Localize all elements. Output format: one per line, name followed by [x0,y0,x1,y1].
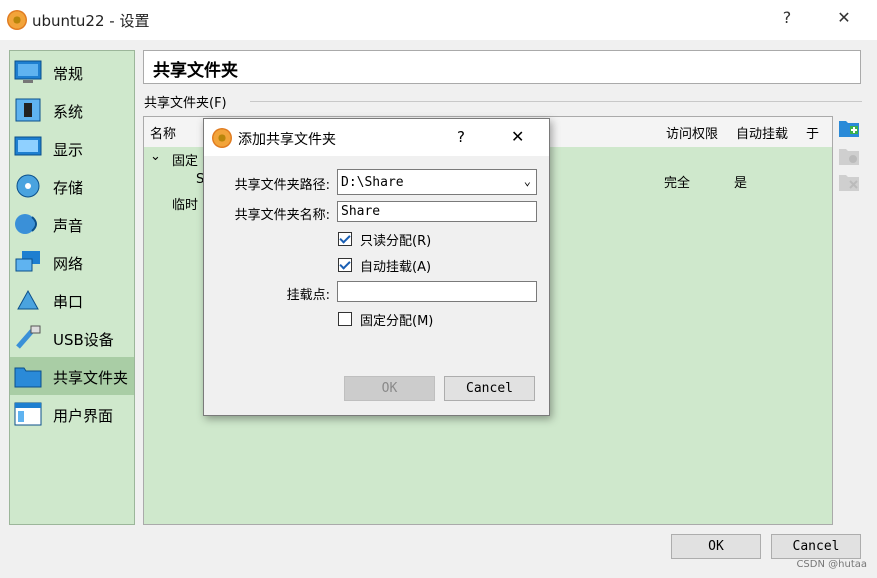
sidebar-item-label: 串口 [53,293,84,311]
group-fixed-label[interactable]: 固定 [172,150,198,169]
virtualbox-logo-icon [7,10,27,30]
automount-checkbox[interactable] [338,258,352,272]
group-temp-label[interactable]: 临时 [172,194,198,213]
sidebar-item-label: 用户界面 [53,407,114,425]
remove-shared-folder-icon[interactable] [838,172,860,192]
add-shared-folder-dialog: 添加共享文件夹 ? ✕ 共享文件夹路径: D:\Share ⌄ 共享文件夹名称:… [203,118,550,416]
sidebar-item-label: 常规 [53,65,84,83]
sidebar-item-system[interactable]: 系统 [10,91,134,129]
audio-icon [15,214,37,234]
permanent-label[interactable]: 固定分配(M) [360,310,433,329]
dialog-close-button[interactable]: ✕ [511,127,524,146]
sidebar-item-general[interactable]: 常规 [10,53,134,91]
display-icon [14,136,42,156]
window-titlebar: ubuntu22 - 设置 ? ✕ [0,0,877,40]
sidebar-item-label: 显示 [53,141,84,159]
watermark: CSDN @hutaa [796,559,867,570]
chevron-down-icon[interactable]: ⌄ [524,174,531,188]
chevron-down-icon[interactable]: ⌄ [150,149,161,164]
path-combobox[interactable]: D:\Share ⌄ [337,169,537,195]
path-label: 共享文件夹路径: [234,178,330,193]
virtualbox-logo-icon [212,128,232,148]
sidebar-item-label: 存储 [53,179,84,197]
column-header-at[interactable]: 于 [800,117,832,147]
sidebar-item-serial[interactable]: 串口 [10,281,134,319]
settings-sidebar: 常规 系统 显示 存储 声音 网络 串口 USB设备 共享文件夹 用户界面 [9,50,135,525]
name-input[interactable]: Share [337,201,537,222]
path-value: D:\Share [341,175,404,190]
ok-button[interactable]: OK [671,534,761,559]
system-icon [15,98,41,122]
sidebar-item-usb[interactable]: USB设备 [10,319,134,357]
column-header-automount[interactable]: 自动挂载 [730,117,801,147]
permanent-checkbox[interactable] [338,312,352,326]
sidebar-item-label: USB设备 [53,331,114,349]
group-divider [250,101,862,102]
close-window-button[interactable]: ✕ [829,8,859,27]
sidebar-item-audio[interactable]: 声音 [10,205,134,243]
sidebar-item-label: 网络 [53,255,84,273]
sidebar-item-display[interactable]: 显示 [10,129,134,167]
dialog-ok-button[interactable]: OK [344,376,435,401]
usb-icon [16,325,41,349]
edit-shared-folder-icon[interactable] [838,146,860,166]
sidebar-item-label: 声音 [53,217,84,235]
column-header-access[interactable]: 访问权限 [660,117,731,147]
mountpoint-input[interactable] [337,281,537,302]
dialog-help-button[interactable]: ? [457,128,465,146]
shared-folder-icon [14,367,42,388]
dialog-title: 添加共享文件夹 [238,132,336,148]
sidebar-item-shared-folders[interactable]: 共享文件夹 [10,357,134,395]
cancel-button[interactable]: Cancel [771,534,861,559]
page-title-box: 共享文件夹 [143,50,861,84]
network-icon [15,251,40,272]
automount-label[interactable]: 自动挂载(A) [360,256,431,275]
sidebar-item-user-interface[interactable]: 用户界面 [10,395,134,433]
window-title: ubuntu22 - 设置 [32,12,150,30]
serial-port-icon [17,289,39,310]
dialog-cancel-button[interactable]: Cancel [444,376,535,401]
group-label: 共享文件夹(F) [144,96,227,111]
name-label: 共享文件夹名称: [234,208,330,223]
sidebar-item-network[interactable]: 网络 [10,243,134,281]
help-button[interactable]: ? [772,8,802,27]
general-icon [14,60,42,83]
storage-icon [16,174,40,198]
sidebar-item-storage[interactable]: 存储 [10,167,134,205]
user-interface-icon [14,402,42,426]
dialog-titlebar: 添加共享文件夹 ? ✕ [204,119,549,156]
mountpoint-label: 挂载点: [286,288,330,303]
page-title: 共享文件夹 [153,61,238,81]
sidebar-item-label: 系统 [53,103,84,121]
add-shared-folder-icon[interactable] [838,118,860,138]
row-automount: 是 [734,176,748,191]
sidebar-item-label: 共享文件夹 [53,369,129,387]
row-access: 完全 [664,176,691,191]
readonly-checkbox[interactable] [338,232,352,246]
readonly-label[interactable]: 只读分配(R) [360,230,431,249]
